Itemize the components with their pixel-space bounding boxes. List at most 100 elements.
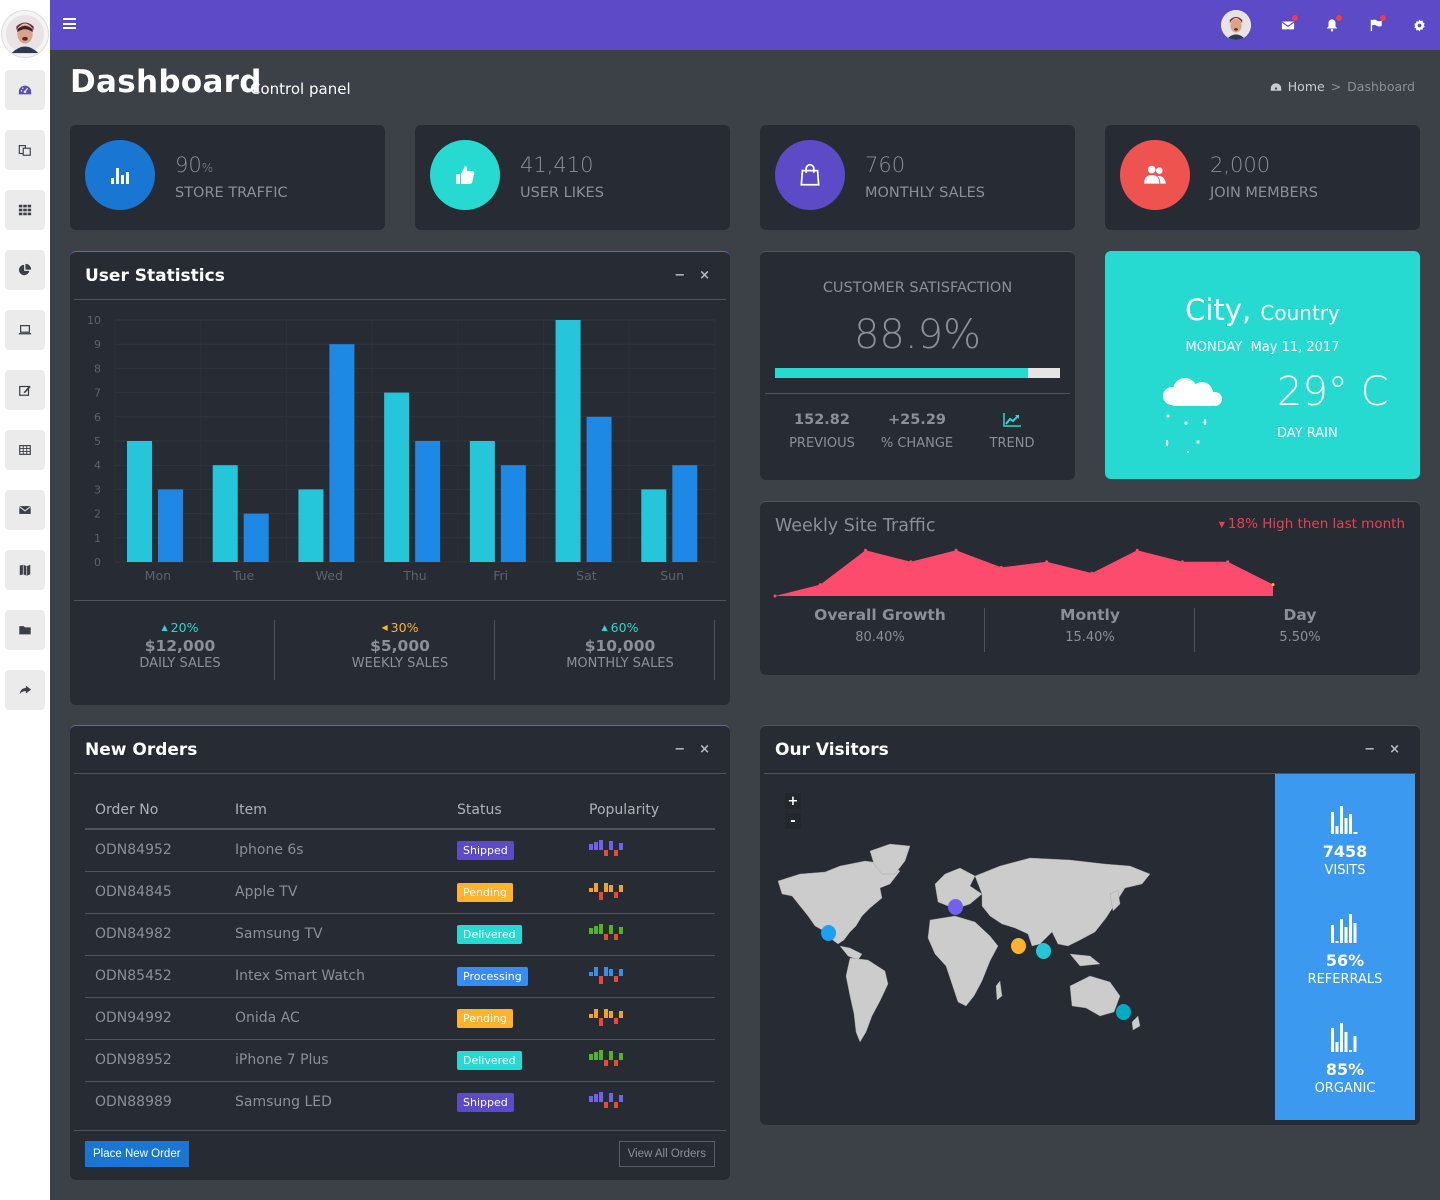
traffic-point[interactable] [954, 548, 958, 552]
traffic-point[interactable] [773, 594, 777, 598]
sidebar-item-files[interactable] [5, 610, 45, 650]
map-zoom-out-button[interactable]: - [785, 813, 801, 829]
table-row[interactable]: ODN84845 Apple TV Pending [85, 871, 715, 914]
sidebar-avatar[interactable] [1, 10, 49, 58]
place-new-order-button[interactable]: Place New Order [85, 1141, 189, 1167]
order-popularity-cell [579, 871, 715, 914]
bar-sat-a[interactable] [555, 320, 581, 562]
notification-dot [1336, 15, 1342, 21]
map-marker-uk[interactable] [948, 899, 963, 915]
sales-change: ▲ 60% [601, 620, 639, 635]
sidebar-item-maps[interactable] [5, 550, 45, 590]
sidebar-item-mail[interactable] [5, 490, 45, 530]
view-all-orders-button[interactable]: View All Orders [618, 1141, 715, 1167]
order-popularity-cell [579, 1039, 715, 1082]
bar-sat-b[interactable] [586, 416, 612, 562]
close-icon[interactable]: × [699, 742, 710, 757]
top-avatar[interactable] [1221, 10, 1251, 40]
y-tick-label: 10 [87, 314, 101, 327]
rain-cloud-icon [1163, 378, 1222, 453]
gear-icon [1413, 18, 1425, 32]
bar-sun-a[interactable] [641, 489, 667, 562]
table-row[interactable]: ODN85452 Intex Smart Watch Processing [85, 955, 715, 998]
traffic-point[interactable] [1135, 548, 1139, 552]
bar-tue-b[interactable] [243, 513, 269, 562]
order-item: Onida AC [225, 997, 447, 1040]
visitor-stat-value: 85% [1325, 1060, 1365, 1079]
traffic-point[interactable] [909, 560, 913, 564]
settings-button[interactable] [1408, 14, 1430, 36]
sparkline-bar [599, 924, 603, 934]
sidebar-item-dashboard[interactable] [5, 70, 45, 110]
x-tick-label: Fri [493, 568, 508, 583]
bar-mon-b[interactable] [158, 489, 183, 562]
bar-thu-a[interactable] [384, 392, 410, 562]
notifications-button[interactable] [1321, 14, 1343, 36]
map-zoom-in-button[interactable]: + [785, 793, 801, 809]
order-item: iPhone 7 Plus [225, 1039, 447, 1082]
copy-icon [18, 145, 31, 156]
column-header[interactable]: Status [447, 788, 579, 830]
menu-toggle-icon[interactable] [63, 18, 76, 29]
visitor-stat-label: VISITS [1324, 863, 1366, 878]
close-icon[interactable]: × [1389, 742, 1400, 757]
messages-button[interactable] [1277, 14, 1299, 36]
sidebar-item-ui[interactable] [5, 310, 45, 350]
traffic-point[interactable] [1180, 560, 1184, 564]
traffic-point[interactable] [1045, 560, 1049, 564]
bar-sun-b[interactable] [672, 465, 698, 562]
bar-tue-a[interactable] [212, 465, 238, 562]
page-title: Dashboard [70, 64, 262, 100]
order-number: ODN88989 [95, 1094, 172, 1111]
sidebar-item-apps[interactable] [5, 190, 45, 230]
map-marker-india[interactable] [1036, 943, 1051, 959]
stat-value: 760 [865, 153, 906, 177]
pie-chart-icon [18, 263, 32, 276]
bar-wed-b[interactable] [329, 344, 355, 562]
table-row[interactable]: ODN88989 Samsung LED Shipped [85, 1081, 715, 1123]
sidebar-item-forms[interactable] [5, 370, 45, 410]
map-marker-usa-west[interactable] [821, 925, 836, 941]
bar-wed-a[interactable] [298, 489, 324, 562]
flags-button[interactable] [1365, 14, 1387, 36]
sales-stat-weekly: ◀ 30% $5,000 WEEKLY SALES [290, 620, 510, 671]
order-popularity-cell [579, 955, 715, 998]
sparkline-bar [619, 843, 623, 851]
sidebar-item-charts[interactable] [5, 250, 45, 290]
panel-tools: − × [1364, 742, 1400, 757]
sidebar-item-share[interactable] [5, 670, 45, 710]
trend-label: TREND [989, 436, 1035, 451]
bar-fri-a[interactable] [469, 441, 495, 562]
minimize-icon[interactable]: − [1364, 742, 1375, 757]
traffic-point[interactable] [999, 565, 1003, 569]
traffic-point[interactable] [1090, 571, 1094, 575]
stat-icon-circle [1120, 140, 1190, 210]
table-row[interactable]: ODN84982 Samsung TV Delivered [85, 913, 715, 956]
column-header[interactable]: Popularity [579, 788, 715, 830]
bar-fri-b[interactable] [500, 465, 526, 562]
sparkline-bar [599, 1018, 603, 1026]
traffic-point[interactable] [1226, 560, 1230, 564]
world-map[interactable] [770, 836, 1170, 1056]
satisfaction-change: +25.29 % CHANGE [867, 412, 967, 451]
map-marker-australia[interactable] [1116, 1004, 1131, 1020]
sidebar-item-tables[interactable] [5, 430, 45, 470]
traffic-point[interactable] [818, 583, 822, 587]
minimize-icon[interactable]: − [674, 742, 685, 757]
sparkline-bar [619, 927, 623, 934]
y-tick-label: 3 [94, 483, 101, 496]
column-header[interactable]: Order No [85, 788, 225, 830]
new-orders-panel: New Orders − × Order No Item Status Popu… [70, 725, 730, 1180]
column-header[interactable]: Item [225, 788, 447, 830]
bar-mon-a[interactable] [127, 441, 152, 562]
table-row[interactable]: ODN84952 Iphone 6s Shipped [85, 829, 715, 872]
bar-thu-b[interactable] [415, 441, 441, 562]
map-marker-middle-east[interactable] [1011, 938, 1026, 954]
traffic-point[interactable] [864, 548, 868, 552]
table-row[interactable]: ODN98952 iPhone 7 Plus Delivered [85, 1039, 715, 1082]
sidebar-item-pages[interactable] [5, 130, 45, 170]
breadcrumb-home-link[interactable]: Home [1288, 79, 1325, 94]
table-row[interactable]: ODN94992 Onida AC Pending [85, 997, 715, 1040]
bar-chart-icon [1331, 806, 1358, 834]
stat-card-user-likes: 41,410 USER LIKES [415, 125, 730, 230]
